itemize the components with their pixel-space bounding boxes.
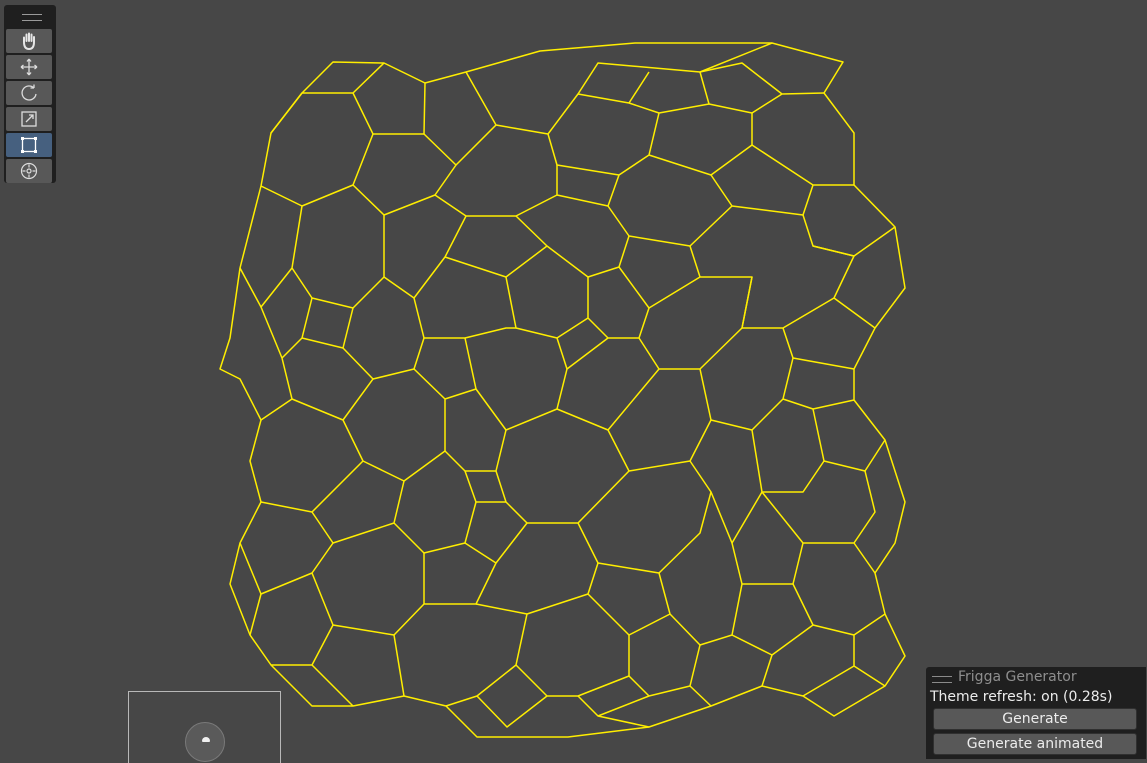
generate-button[interactable]: Generate — [933, 708, 1137, 730]
scene-orientation-gizmo[interactable] — [128, 691, 281, 763]
transform-icon — [20, 162, 38, 180]
mesh-edge-path — [444, 429, 528, 564]
rect-icon — [21, 137, 37, 153]
hand-tool-button[interactable] — [6, 29, 52, 53]
panel-grip-icon[interactable] — [932, 676, 952, 683]
mesh-edge-path — [577, 62, 825, 114]
mesh-edge-path — [515, 266, 650, 370]
mesh-edge-path — [731, 583, 886, 697]
toolbar-grip-icon[interactable] — [22, 14, 42, 21]
move-icon — [20, 58, 38, 76]
mesh-edge-path — [291, 337, 477, 482]
mesh-edge-path — [710, 327, 855, 431]
generate-animated-button[interactable]: Generate animated — [933, 733, 1137, 755]
mesh-edge-path — [239, 205, 385, 309]
frigga-generator-panel: Frigga Generator Theme refresh: on (0.28… — [926, 667, 1146, 759]
mesh-edge-path — [475, 542, 743, 646]
mesh-edge-path — [445, 613, 630, 728]
tool-palette — [4, 5, 56, 183]
mesh-edge-path — [260, 297, 354, 421]
rotate-icon — [21, 84, 37, 101]
mesh-edge-path — [751, 408, 886, 493]
mesh-edge-path — [423, 42, 773, 166]
theme-refresh-status: Theme refresh: on (0.28s) — [930, 689, 1113, 705]
mesh-edge-path — [260, 460, 466, 554]
voronoi-mesh — [219, 42, 906, 738]
orientation-ball[interactable] — [185, 722, 225, 762]
camera-indicator-icon — [202, 737, 210, 742]
panel-title: Frigga Generator — [958, 669, 1077, 685]
rotate-tool-button[interactable] — [6, 81, 52, 105]
rect-tool-button[interactable] — [6, 133, 52, 157]
hand-icon — [23, 32, 35, 51]
mesh-edge-path — [239, 542, 497, 636]
mesh-edge-path — [710, 144, 854, 216]
mesh-edge-path — [527, 460, 763, 574]
mesh-edge-path — [741, 214, 876, 329]
mesh-edge-path — [434, 165, 733, 247]
transform-tool-button[interactable] — [6, 159, 52, 183]
mesh-edge-path — [383, 215, 630, 299]
mesh-edge-path — [475, 368, 712, 472]
mesh-edge-path — [638, 245, 753, 370]
scale-tool-button[interactable] — [6, 107, 52, 131]
mesh-edge-path — [260, 92, 457, 216]
mesh-edge-path — [812, 226, 896, 257]
move-tool-button[interactable] — [6, 55, 52, 79]
scene-viewport[interactable] — [0, 0, 1147, 760]
mesh-edge-path — [547, 112, 753, 176]
scale-icon — [21, 111, 37, 127]
mesh-edge-path — [577, 644, 712, 728]
